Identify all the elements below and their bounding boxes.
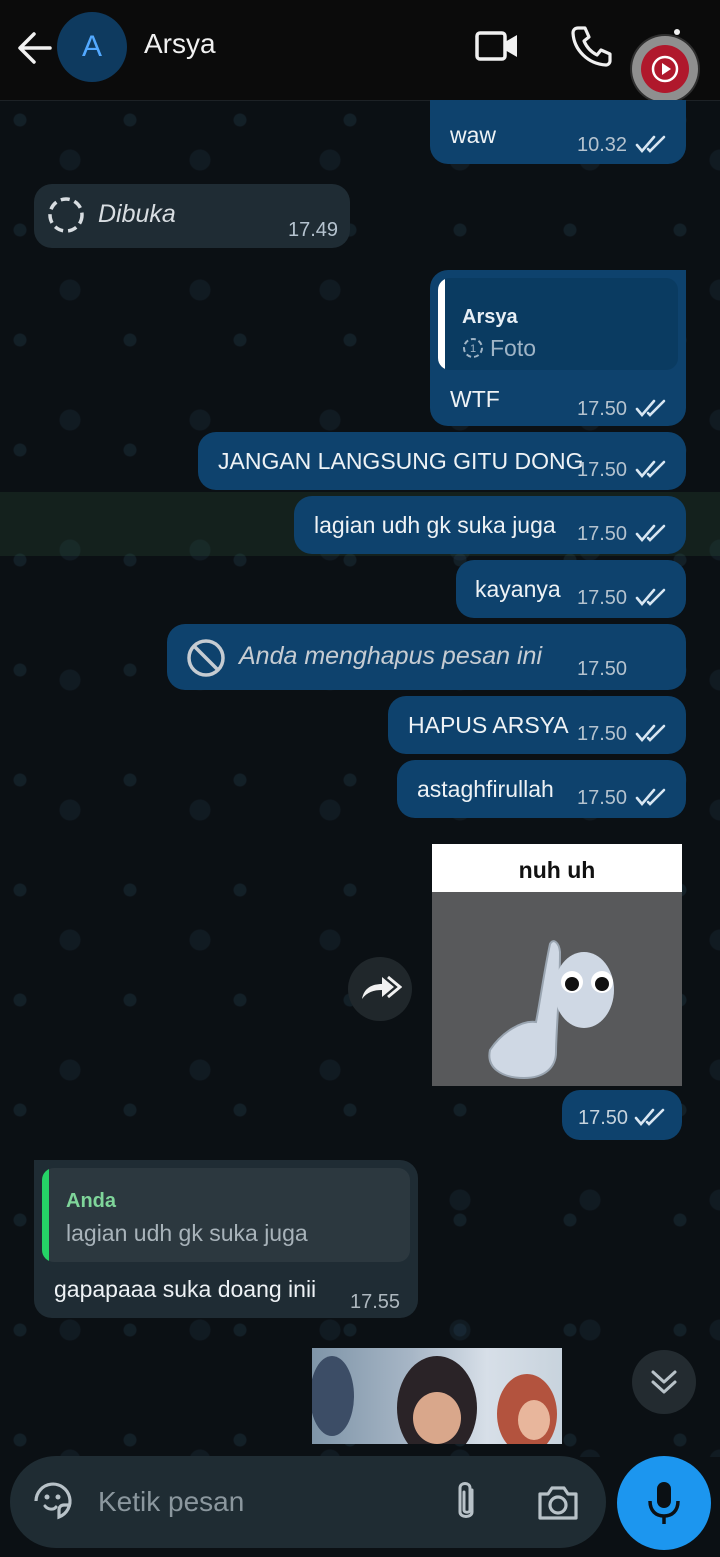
double-check-icon — [635, 524, 666, 543]
camera-icon[interactable] — [536, 1482, 580, 1522]
sticker-drawing — [432, 892, 682, 1086]
message-time-chip: 17.50 — [562, 1090, 682, 1140]
message-outgoing[interactable]: astaghfirullah 17.50 — [397, 760, 686, 818]
sticker-icon[interactable] — [32, 1480, 74, 1522]
message-text: JANGAN LANGSUNG GITU DONG — [218, 448, 584, 474]
view-once-label: Dibuka — [98, 200, 176, 228]
message-outgoing[interactable]: JANGAN LANGSUNG GITU DONG 17.50 — [198, 432, 686, 490]
message-text: WTF — [450, 386, 500, 412]
double-check-icon — [635, 588, 666, 607]
quote-text: Foto — [490, 335, 537, 361]
message-time: 17.50 — [577, 787, 628, 809]
quoted-message[interactable]: Anda lagian udh gk suka juga — [42, 1168, 410, 1262]
message-composer — [10, 1456, 606, 1548]
message-text: lagian udh gk suka juga — [314, 512, 556, 538]
message-outgoing[interactable]: kayanya 17.50 — [456, 560, 686, 618]
sticker-image[interactable]: nuh uh — [432, 844, 682, 1086]
double-chevron-down-icon — [651, 1370, 677, 1394]
message-time: 10.32 — [577, 134, 628, 156]
message-outgoing-reply[interactable]: Arsya 1 Foto WTF 17.50 — [430, 270, 686, 426]
message-time: 17.50 — [578, 1107, 629, 1129]
svg-text:1: 1 — [470, 343, 476, 355]
sticker-caption: nuh uh — [432, 844, 682, 892]
message-incoming-reply[interactable]: Anda lagian udh gk suka juga gapapaaa su… — [34, 1160, 418, 1318]
message-time: 17.50 — [577, 587, 628, 609]
back-arrow-icon[interactable] — [14, 28, 54, 68]
message-time: 17.50 — [577, 723, 628, 745]
contact-name[interactable]: Arsya — [144, 28, 216, 60]
double-check-icon — [635, 460, 666, 479]
quote-author: Arsya — [462, 306, 518, 328]
mic-icon — [648, 1482, 680, 1524]
quoted-message[interactable]: Arsya 1 Foto — [438, 278, 678, 370]
message-incoming[interactable]: Dibuka 17.49 — [34, 184, 350, 248]
message-text: astaghfirullah — [417, 776, 554, 802]
scroll-to-bottom-button[interactable] — [632, 1350, 696, 1414]
double-check-icon — [635, 399, 666, 418]
view-once-icon — [48, 197, 84, 233]
double-check-icon — [635, 788, 666, 807]
forward-icon — [362, 975, 402, 999]
double-check-icon — [635, 724, 666, 743]
message-outgoing[interactable]: waw 10.32 — [430, 100, 686, 164]
message-time: 17.50 — [577, 658, 628, 680]
quote-text: lagian udh gk suka juga — [66, 1220, 308, 1246]
message-text: waw — [450, 122, 497, 148]
message-input[interactable] — [96, 1476, 430, 1528]
avatar[interactable]: A — [57, 12, 127, 82]
message-text: gapapaaa suka doang inii — [54, 1276, 317, 1302]
message-time: 17.50 — [577, 523, 628, 545]
message-time: 17.49 — [288, 219, 339, 241]
photo-message[interactable] — [312, 1348, 562, 1444]
message-outgoing[interactable]: HAPUS ARSYA 17.50 — [388, 696, 686, 754]
message-time: 17.50 — [577, 459, 628, 481]
message-outgoing[interactable]: lagian udh gk suka juga 17.50 — [294, 496, 686, 554]
photo-content — [312, 1356, 557, 1444]
message-time: 17.50 — [577, 398, 628, 420]
paperclip-icon[interactable] — [448, 1478, 484, 1526]
voice-record-button[interactable] — [617, 1456, 711, 1550]
forward-button[interactable] — [348, 957, 412, 1021]
message-text: kayanya — [475, 576, 561, 602]
chat-header: A Arsya — [0, 0, 720, 101]
message-text: HAPUS ARSYA — [408, 712, 569, 738]
deleted-message-text: Anda menghapus pesan ini — [239, 642, 543, 670]
view-once-icon: 1 — [463, 338, 483, 358]
double-check-icon — [635, 135, 666, 154]
phone-icon[interactable] — [570, 24, 614, 68]
quote-author: Anda — [66, 1190, 116, 1212]
screen-record-icon[interactable] — [632, 36, 698, 102]
double-check-icon — [634, 1108, 665, 1127]
message-time: 17.55 — [350, 1291, 401, 1313]
video-call-icon[interactable] — [474, 26, 520, 66]
deleted-icon — [187, 639, 225, 677]
message-outgoing-deleted[interactable]: Anda menghapus pesan ini 17.50 — [167, 624, 686, 690]
